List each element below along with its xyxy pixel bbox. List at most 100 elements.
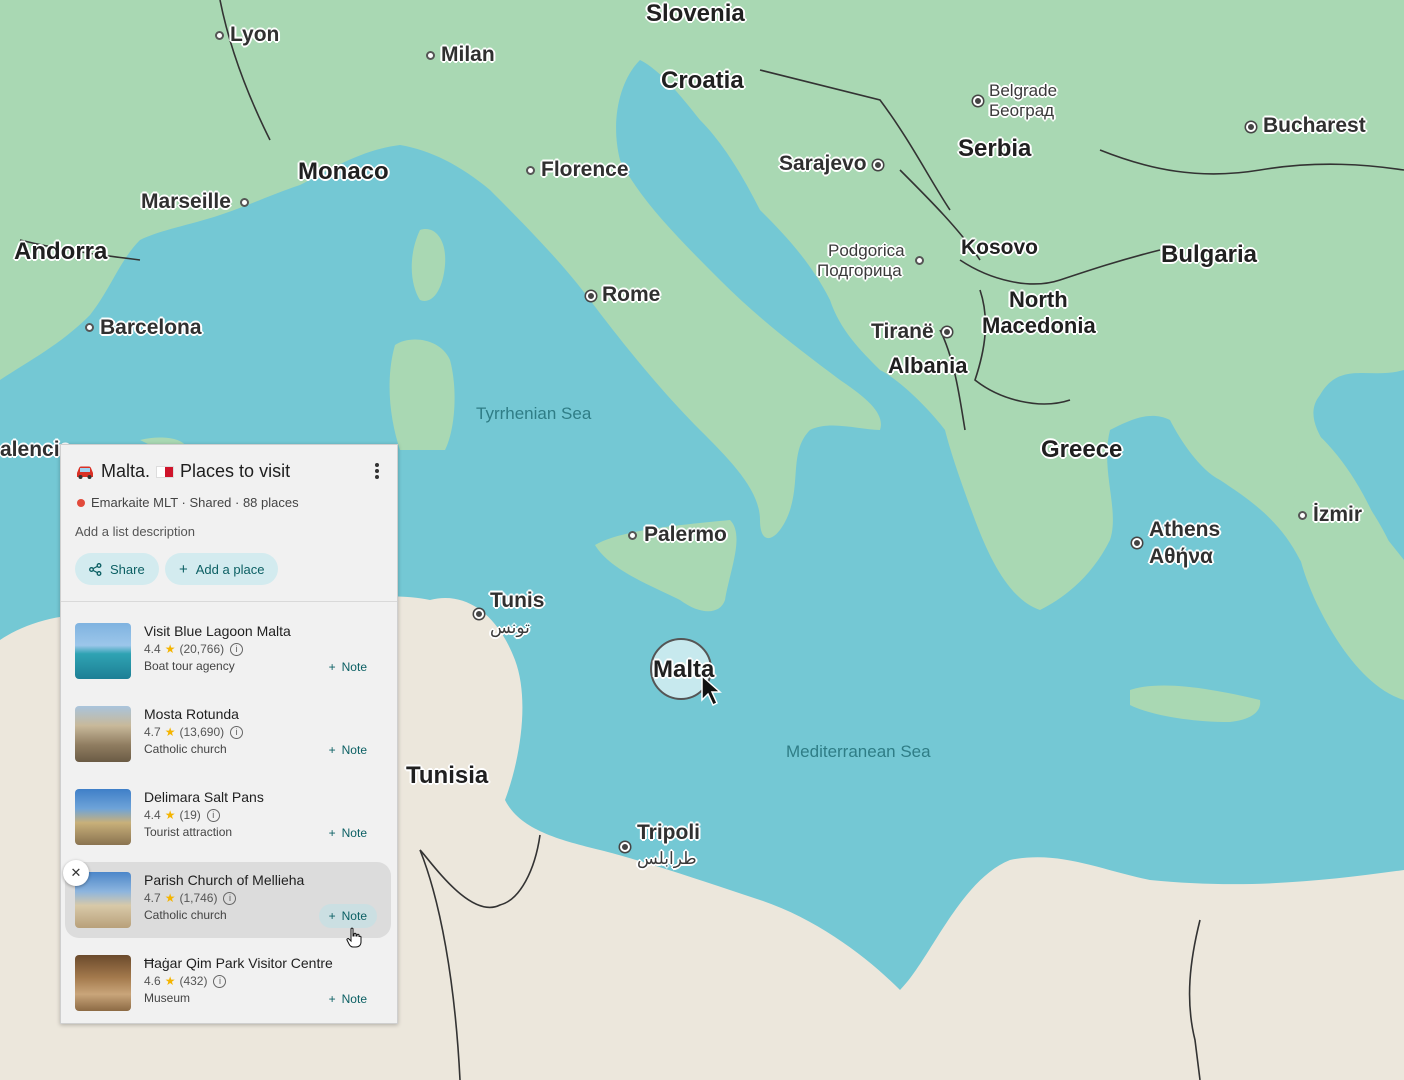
review-count: (13,690) (179, 725, 225, 739)
city-dot-barcelona (85, 323, 94, 332)
city-dot-tunis (474, 609, 484, 619)
country-label-kosovo[interactable]: Kosovo (961, 236, 1038, 260)
place-name[interactable]: Parish Church of Mellieha (144, 872, 304, 888)
city-dot-izmir (1298, 511, 1307, 520)
city-label-milan[interactable]: Milan (441, 43, 495, 67)
city-label-bucharest[interactable]: Bucharest (1263, 114, 1366, 138)
country-label-tunisia[interactable]: Tunisia (406, 762, 488, 790)
add-note-button[interactable]: + Note (319, 655, 377, 679)
city-label-izmir[interactable]: İzmir (1313, 503, 1362, 527)
list-owner-info: Emarkaite MLT · Shared · 88 places (77, 495, 299, 510)
list-title: Malta. Places to visit (75, 461, 290, 482)
rating-value: 4.6 (144, 974, 161, 988)
list-owner-text: Emarkaite MLT · Shared · 88 places (91, 495, 299, 510)
place-rating: 4.6 ★ (432) i (144, 974, 227, 988)
place-photo-mosta-rotunda (75, 706, 131, 762)
car-icon (77, 466, 93, 479)
city-dot-marseille (240, 198, 249, 207)
list-item[interactable]: Mosta Rotunda 4.7 ★ (13,690) i Catholic … (65, 700, 391, 776)
list-item[interactable]: ✕ Parish Church of Mellieha 4.7 ★ (1,746… (63, 860, 391, 938)
city-dot-sarajevo (873, 160, 883, 170)
country-label-serbia[interactable]: Serbia (958, 135, 1031, 163)
add-note-button[interactable]: + Note (319, 738, 377, 762)
place-name[interactable]: Mosta Rotunda (144, 706, 239, 722)
note-label: Note (341, 660, 367, 674)
country-label-albania[interactable]: Albania (888, 353, 967, 379)
info-icon[interactable]: i (230, 725, 244, 739)
country-label-slovenia[interactable]: Slovenia (646, 0, 745, 28)
note-label: Note (341, 992, 367, 1006)
plus-icon: + (328, 909, 336, 923)
list-description-field[interactable]: Add a list description (75, 524, 195, 539)
star-icon: ★ (164, 974, 176, 988)
note-label: Note (341, 826, 367, 840)
more-options-icon[interactable] (375, 463, 379, 479)
city-label-tripoli[interactable]: Tripoli (637, 821, 700, 845)
place-name[interactable]: Ħaġar Qim Park Visitor Centre (144, 955, 333, 971)
place-rating: 4.4 ★ (19) i (144, 808, 220, 822)
place-photo-blue-lagoon (75, 623, 131, 679)
country-label-north-macedonia-2[interactable]: Macedonia (982, 313, 1096, 339)
place-photo-delimara (75, 789, 131, 845)
add-note-button[interactable]: + Note (318, 904, 377, 928)
city-label-marseille[interactable]: Marseille (141, 190, 231, 214)
country-label-monaco[interactable]: Monaco (298, 158, 389, 186)
city-label-rome[interactable]: Rome (602, 283, 660, 307)
remove-item-button[interactable]: ✕ (63, 860, 89, 886)
city-label-palermo[interactable]: Palermo (644, 523, 727, 547)
share-button[interactable]: Share (75, 553, 159, 585)
info-icon[interactable]: i (223, 891, 237, 905)
city-dot-athens (1132, 538, 1142, 548)
place-rating: 4.4 ★ (20,766) i (144, 642, 244, 656)
panel-divider (61, 601, 397, 602)
country-label-north-macedonia-1[interactable]: North (1009, 287, 1068, 313)
country-label-andorra[interactable]: Andorra (14, 238, 107, 266)
star-icon: ★ (164, 808, 176, 822)
city-label-athens-greek: Αθήνα (1149, 545, 1213, 568)
add-note-button[interactable]: + Note (319, 987, 377, 1011)
city-label-sarajevo[interactable]: Sarajevo (779, 152, 867, 176)
city-dot-belgrade (973, 96, 983, 106)
add-note-button[interactable]: + Note (319, 821, 377, 845)
city-label-florence[interactable]: Florence (541, 158, 629, 182)
city-label-tunis[interactable]: Tunis (490, 589, 544, 613)
plus-icon: + (328, 743, 336, 757)
plus-icon: + (179, 560, 188, 578)
review-count: (432) (179, 974, 208, 988)
info-icon[interactable]: i (206, 808, 220, 822)
city-dot-tripoli (620, 842, 630, 852)
note-label: Note (341, 743, 367, 757)
list-item[interactable]: Visit Blue Lagoon Malta 4.4 ★ (20,766) i… (65, 617, 391, 693)
place-name[interactable]: Visit Blue Lagoon Malta (144, 623, 291, 639)
list-item[interactable]: Delimara Salt Pans 4.4 ★ (19) i Tourist … (65, 783, 391, 859)
list-title-name: Malta. (101, 461, 151, 481)
city-label-athens[interactable]: Athens (1149, 518, 1220, 542)
place-name[interactable]: Delimara Salt Pans (144, 789, 264, 805)
plus-icon: + (328, 660, 336, 674)
rating-value: 4.4 (144, 642, 161, 656)
malta-flag-icon (156, 465, 175, 478)
info-icon[interactable]: i (213, 974, 227, 988)
city-dot-tirane (942, 327, 952, 337)
city-label-podgorica-cyrillic: Подгорица (817, 261, 902, 280)
place-photo-hagar-qim (75, 955, 131, 1011)
sea-label-mediterranean: Mediterranean Sea (786, 742, 931, 761)
city-label-belgrade[interactable]: Belgrade (989, 81, 1057, 101)
city-label-belgrade-cyrillic: Београд (989, 101, 1055, 120)
country-label-bulgaria[interactable]: Bulgaria (1161, 241, 1257, 269)
city-label-podgorica[interactable]: Podgorica (828, 241, 905, 261)
country-label-greece[interactable]: Greece (1041, 436, 1122, 464)
city-dot-podgorica (915, 256, 924, 265)
list-item[interactable]: Ħaġar Qim Park Visitor Centre 4.6 ★ (432… (65, 949, 391, 1023)
rating-value: 4.4 (144, 808, 161, 822)
place-rating: 4.7 ★ (1,746) i (144, 891, 237, 905)
close-icon: ✕ (70, 865, 82, 880)
city-label-barcelona[interactable]: Barcelona (100, 316, 202, 340)
add-place-button[interactable]: + Add a place (165, 553, 279, 585)
star-icon: ★ (164, 642, 176, 656)
city-label-tirane[interactable]: Tiranë (871, 320, 934, 344)
city-label-lyon[interactable]: Lyon (230, 23, 279, 47)
country-label-croatia[interactable]: Croatia (661, 67, 744, 95)
info-icon[interactable]: i (230, 642, 244, 656)
place-type: Museum (144, 991, 191, 1005)
